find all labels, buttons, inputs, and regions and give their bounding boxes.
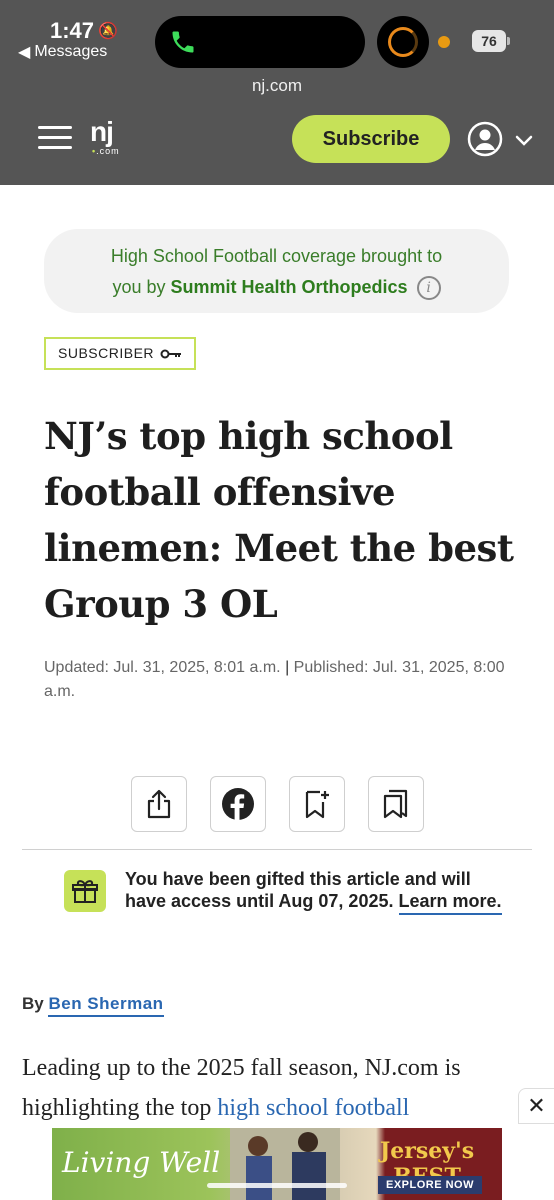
ad-explore-button[interactable]: EXPLORE NOW	[378, 1176, 482, 1194]
subscribe-button[interactable]: Subscribe	[292, 115, 450, 163]
back-triangle-icon: ◀	[18, 44, 31, 61]
phone-call-icon	[172, 31, 194, 53]
ad-people-image	[230, 1128, 340, 1200]
sponsor-line1: High School Football coverage brought to	[110, 246, 443, 266]
url-bar[interactable]: nj.com	[0, 76, 554, 96]
article-headline: NJ’s top high school football offensive …	[44, 414, 514, 626]
recording-dot-icon	[438, 36, 450, 48]
share-icon	[147, 789, 171, 819]
timer-activity-icon[interactable]	[377, 16, 429, 68]
gift-message: You have been gifted this article and wi…	[125, 868, 505, 915]
bookmarks-icon	[383, 789, 408, 819]
key-icon	[160, 349, 182, 358]
logo-main: nj	[90, 116, 114, 147]
dynamic-island[interactable]	[155, 16, 365, 68]
subscriber-badge-label: SUBSCRIBER	[58, 345, 155, 361]
ad-left-text: Living Well	[62, 1146, 221, 1179]
share-toolbar	[131, 776, 424, 832]
status-time: 1:47 🔕	[50, 18, 118, 44]
save-bookmark-button[interactable]	[289, 776, 345, 832]
author-link[interactable]: Ben Sherman	[48, 994, 164, 1017]
logo-sub: •.com	[92, 146, 120, 156]
updated-date: Updated: Jul. 31, 2025, 8:01 a.m.	[44, 659, 281, 676]
menu-icon[interactable]	[38, 126, 72, 150]
account-icon[interactable]	[467, 121, 503, 157]
sponsor-name[interactable]: Summit Health Orthopedics	[171, 277, 408, 297]
article-body: Leading up to the 2025 fall season, NJ.c…	[22, 1055, 461, 1121]
time-text: 1:47	[50, 18, 95, 43]
article-dates: Updated: Jul. 31, 2025, 8:01 a.m. | Publ…	[44, 659, 505, 700]
close-ad-icon[interactable]: ✕	[518, 1088, 554, 1124]
gift-icon	[64, 870, 106, 912]
bookmark-add-icon	[305, 790, 329, 819]
back-to-messages[interactable]: ◀ Messages	[18, 42, 107, 62]
info-icon[interactable]: i	[416, 276, 441, 301]
section-divider	[22, 849, 532, 850]
bell-muted-icon: 🔕	[98, 23, 118, 40]
facebook-icon	[222, 788, 254, 820]
byline: By Ben Sherman	[22, 994, 164, 1017]
learn-more-link[interactable]: Learn more.	[398, 890, 502, 915]
share-button[interactable]	[131, 776, 187, 832]
body-link-high-school-football[interactable]: high school football	[217, 1095, 409, 1121]
ad-banner[interactable]: Living Well Jersey's BEST EXPLORE NOW	[52, 1128, 502, 1200]
back-app-label: Messages	[34, 43, 108, 60]
nj-logo[interactable]: nj •.com	[90, 116, 120, 157]
sponsor-banner[interactable]: High School Football coverage brought to…	[44, 229, 509, 313]
sponsor-line2: you by Summit Health Orthopedics i	[44, 272, 509, 303]
facebook-share-button[interactable]	[210, 776, 266, 832]
saved-articles-button[interactable]	[368, 776, 424, 832]
subscriber-badge: SUBSCRIBER	[44, 337, 197, 370]
home-indicator[interactable]	[207, 1183, 347, 1188]
browser-chrome: 1:47 🔕 ◀ Messages 76 nj.com nj •.com Sub…	[0, 0, 554, 185]
chevron-down-icon[interactable]	[514, 130, 534, 150]
battery-indicator: 76	[472, 30, 510, 52]
